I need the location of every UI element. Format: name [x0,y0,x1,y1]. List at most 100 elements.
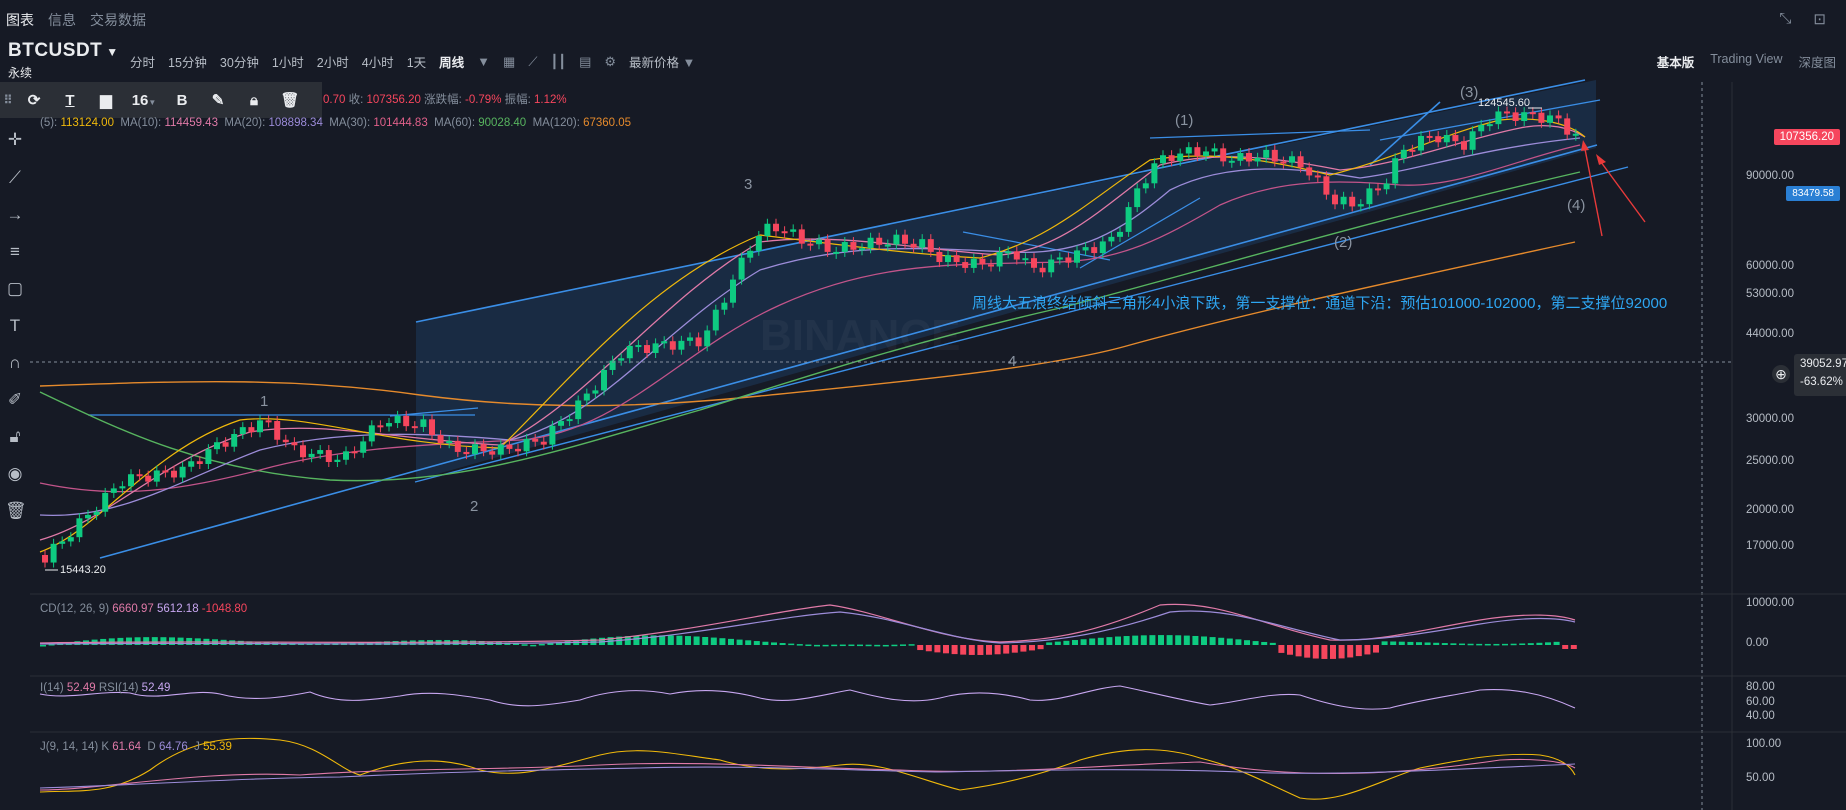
candle-type-icon[interactable]: ┃┃ [550,54,566,70]
candle-body [1538,112,1545,123]
refresh-icon[interactable]: ⟳ [16,91,52,109]
ma60-value: 90028.40 [478,117,527,129]
view-basic[interactable]: 基本版 [1657,52,1695,71]
candle-body [953,255,960,263]
font-size-selector[interactable]: 16 ▼ [124,92,164,109]
candle-body [1271,149,1278,162]
magnet-icon[interactable]: ∩ [5,352,25,374]
candle-body [970,258,977,268]
macd-bar [461,640,468,645]
macd-bar [908,644,915,646]
macd-bar [392,640,399,645]
delete-all-icon[interactable]: 🗑︎ [5,500,27,522]
interval-dropdown-icon[interactable]: ▼ [477,54,490,69]
text-tool-side-icon[interactable]: T [5,315,25,337]
interval-2h[interactable]: 2小时 [317,52,349,71]
bold-icon[interactable]: B [164,92,200,109]
candle-body [592,390,599,394]
macd-bar [633,635,640,645]
candle-body [738,257,745,280]
calendar-icon[interactable]: ▦ [503,54,515,70]
price-tick: 20000.00 [1746,504,1794,516]
tab-trading-data[interactable]: 交易数据 [90,10,146,30]
tab-chart[interactable]: 图表 [6,10,34,30]
candle-body [962,262,969,268]
candle-body [67,537,74,542]
candle-body [1400,149,1407,159]
settings-gear-icon[interactable]: ⚙ [604,54,616,70]
text-tool-icon[interactable]: T [52,92,88,109]
candle-body [764,223,771,236]
candle-body [1297,156,1304,168]
trash-icon[interactable]: 🗑︎ [272,91,308,109]
rsi-value-2: 52.49 [141,682,171,694]
macd-bar [1029,645,1035,651]
candle-body [463,451,470,455]
interval-15m[interactable]: 15分钟 [168,52,207,71]
interval-1d[interactable]: 1天 [407,52,426,71]
edit-pencil-icon[interactable]: ✎ [200,91,236,109]
interval-30m[interactable]: 30分钟 [220,52,259,71]
price-axis[interactable]: 90000.00 60000.00 53000.00 44000.00 3000… [1734,0,1846,810]
macd-bar [1020,645,1027,652]
fib-tool-icon[interactable]: ≡ [5,241,25,263]
shape-tool-icon[interactable]: ▢ [5,278,25,300]
candle-body [1366,188,1373,205]
candle-body [222,442,229,447]
macd-bar [1433,642,1440,645]
macd-bar [1347,645,1354,658]
candle-body [910,243,917,248]
symbol-selector[interactable]: BTCUSDT ▼ [8,40,119,62]
interval-timeline[interactable]: 分时 [130,52,155,71]
macd-bar [1209,637,1216,645]
macd-bar [1484,643,1491,646]
candle-body [1435,136,1442,143]
lock-icon[interactable]: 🔒︎ [236,92,272,109]
drag-handle-icon[interactable]: ⠿ [0,93,16,107]
macd-bar [1063,640,1070,645]
candle-body [1134,188,1141,208]
wave-label-2: 2 [470,498,478,515]
eye-icon[interactable]: ◉ [5,463,25,485]
trendline-tool-icon[interactable]: ⟋ [5,167,25,189]
unlock-icon[interactable]: 🔓︎ [5,426,25,448]
macd-bar [814,644,820,647]
interval-4h[interactable]: 4小时 [362,52,394,71]
candle-body [1031,258,1037,268]
kdj-tick: 100.00 [1746,738,1782,750]
macd-bar [1381,641,1388,645]
candle-body [1211,148,1218,152]
ohlc-prev-value: 0.70 [323,94,346,106]
macd-bar [1218,637,1225,645]
macd-bar [1158,635,1164,645]
candle-body [755,235,762,251]
price-type-selector[interactable]: 最新价格 ▼ [629,52,695,71]
candle-body [1495,111,1502,125]
crosshair-tool-icon[interactable]: ✛ [5,129,25,151]
candle-body [1074,250,1080,263]
candle-body [1142,183,1149,189]
template-icon[interactable]: ▤ [579,54,591,70]
interval-1w[interactable]: 周线 [439,52,464,71]
candle-body [996,251,1003,267]
interval-1h[interactable]: 1小时 [272,52,304,71]
candle-body [377,425,384,428]
candle-body [816,239,822,245]
candle-body [317,450,324,454]
candle-body [1013,251,1020,260]
add-alert-icon[interactable]: ⊕ [1772,365,1790,383]
macd-bar [1355,645,1362,657]
macd-bar [1527,643,1534,645]
macd-bar [1140,635,1147,645]
indicator-icon[interactable]: ⟋ [528,54,537,70]
fill-color-icon[interactable]: ▆ [88,91,124,109]
tab-info[interactable]: 信息 [48,10,76,30]
candle-body [1263,149,1270,158]
erase-pen-icon[interactable]: ✐ [5,389,25,411]
ma30-value: 101444.83 [373,117,428,129]
arrow-tool-icon[interactable]: → [5,204,25,226]
candle-body [540,441,547,445]
candle-body [162,470,169,473]
macd-bar [1166,635,1173,645]
analysis-note: 周线大五浪终结倾斜三角形4小浪下跌，第一支撑位：通道下沿：预估101000-10… [972,294,1667,312]
